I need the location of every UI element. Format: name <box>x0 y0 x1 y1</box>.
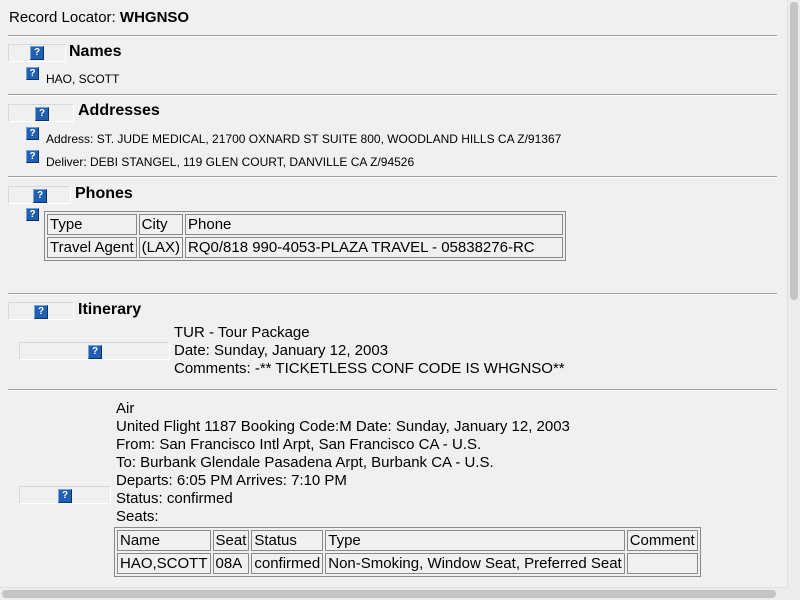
flight-times: Departs: 6:05 PM Arrives: 7:10 PM <box>116 472 347 489</box>
flight-info: United Flight 1187 Booking Code:M Date: … <box>116 418 570 435</box>
help-icon[interactable]: ? <box>33 189 47 203</box>
segment-type: Air <box>116 400 135 417</box>
table-header-row: Name Seat Status Type Comment <box>117 530 698 551</box>
vertical-scrollbar-thumb[interactable] <box>790 2 798 300</box>
help-icon[interactable]: ? <box>58 489 72 503</box>
segment-type: TUR - Tour Package <box>174 324 310 341</box>
seats-table: Name Seat Status Type Comment HAO,SCOTT … <box>114 527 701 577</box>
flight-to: To: Burbank Glendale Pasadena Arpt, Burb… <box>116 454 494 471</box>
record-viewport: Record Locator: WHGNSO ? Names ? HAO, SC… <box>0 0 788 588</box>
seats-label: Seats: <box>116 508 159 525</box>
air-segment: Air United Flight 1187 Booking Code:M Da… <box>116 400 570 526</box>
address-item: Address: ST. JUDE MEDICAL, 21700 OXNARD … <box>46 132 562 146</box>
segment-date: Date: Sunday, January 12, 2003 <box>174 342 389 359</box>
record-locator: Record Locator: WHGNSO <box>9 9 189 27</box>
scrollbar-corner <box>788 588 800 600</box>
help-icon[interactable]: ? <box>30 46 44 60</box>
address-item: Deliver: DEBI STANGEL, 119 GLEN COURT, D… <box>46 155 415 169</box>
column-header: Seat <box>212 530 250 551</box>
record-locator-value: WHGNSO <box>119 9 190 26</box>
phone-type-cell: Travel Agent <box>47 237 137 258</box>
segment-comments: Comments: -** TICKETLESS CONF CODE IS WH… <box>174 360 565 377</box>
section-title-itinerary: Itinerary <box>78 301 142 318</box>
table-header-row: Type City Phone <box>47 214 564 235</box>
divider <box>8 389 777 391</box>
horizontal-scrollbar-thumb[interactable] <box>2 590 776 598</box>
help-icon[interactable]: ? <box>26 208 39 221</box>
column-header: Comment <box>626 530 698 551</box>
phone-city-cell: (LAX) <box>138 237 184 258</box>
column-header: City <box>138 214 184 235</box>
table-row: HAO,SCOTT 08A confirmed Non-Smoking, Win… <box>117 553 698 574</box>
horizontal-scrollbar[interactable] <box>0 587 788 600</box>
phones-help-box: ? <box>8 186 71 204</box>
names-help-box: ? <box>8 44 66 62</box>
help-icon[interactable]: ? <box>26 127 39 140</box>
tour-help-box: ? <box>19 342 170 360</box>
section-title-addresses: Addresses <box>78 102 160 119</box>
column-header: Type <box>47 214 137 235</box>
seat-type-cell: Non-Smoking, Window Seat, Preferred Seat <box>325 553 625 574</box>
divider <box>8 293 777 295</box>
seat-number-cell: 08A <box>212 553 250 574</box>
help-icon[interactable]: ? <box>35 107 49 121</box>
flight-from: From: San Francisco Intl Arpt, San Franc… <box>116 436 482 453</box>
air-help-box: ? <box>19 486 111 504</box>
seat-status-cell: confirmed <box>251 553 324 574</box>
column-header: Type <box>325 530 625 551</box>
phone-number-cell: RQ0/818 990-4053-PLAZA TRAVEL - 05838276… <box>185 237 564 258</box>
section-title-names: Names <box>69 43 122 60</box>
help-icon[interactable]: ? <box>88 345 102 359</box>
seat-name-cell: HAO,SCOTT <box>117 553 211 574</box>
divider <box>8 35 777 37</box>
divider <box>8 94 777 96</box>
help-icon[interactable]: ? <box>34 305 48 319</box>
divider <box>8 176 777 178</box>
itinerary-help-box: ? <box>8 302 74 320</box>
flight-status: Status: confirmed <box>116 490 233 507</box>
tour-segment: TUR - Tour Package Date: Sunday, January… <box>174 324 565 378</box>
record-locator-label: Record Locator: <box>9 9 116 26</box>
column-header: Name <box>117 530 211 551</box>
addresses-help-box: ? <box>8 104 74 122</box>
name-item: HAO, SCOTT <box>46 72 120 86</box>
phones-table: Type City Phone Travel Agent (LAX) RQ0/8… <box>44 211 567 261</box>
table-row: Travel Agent (LAX) RQ0/818 990-4053-PLAZ… <box>47 237 564 258</box>
column-header: Phone <box>185 214 564 235</box>
column-header: Status <box>251 530 324 551</box>
seat-comment-cell <box>626 553 698 574</box>
help-icon[interactable]: ? <box>26 150 39 163</box>
vertical-scrollbar[interactable] <box>787 0 800 588</box>
section-title-phones: Phones <box>75 185 133 202</box>
help-icon[interactable]: ? <box>26 67 39 80</box>
